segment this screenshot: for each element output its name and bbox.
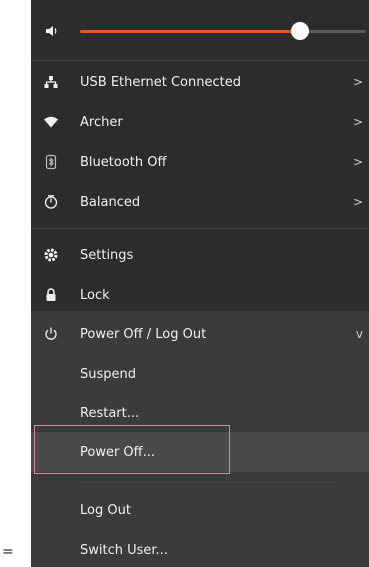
- separator: [31, 60, 369, 61]
- separator: [80, 482, 336, 483]
- chevron-right-icon: >: [352, 75, 363, 89]
- system-menu: USB Ethernet Connected > Archer > Blueto…: [31, 0, 369, 567]
- chevron-down-icon: v: [355, 327, 363, 341]
- chevron-right-icon: >: [352, 155, 363, 169]
- equals-sign: =: [2, 544, 14, 560]
- chevron-right-icon: >: [352, 195, 363, 209]
- menu-item-label: Settings: [80, 247, 134, 263]
- submenu-item-switch-user[interactable]: Switch User...: [31, 530, 369, 567]
- separator: [31, 228, 369, 229]
- menu-item-wifi[interactable]: Archer >: [31, 102, 369, 142]
- wifi-icon: [43, 114, 59, 130]
- submenu-item-log-out[interactable]: Log Out: [31, 490, 369, 530]
- menu-item-settings[interactable]: Settings: [31, 235, 369, 275]
- menu-item-label: Bluetooth Off: [80, 154, 167, 170]
- submenu-item-label: Suspend: [80, 366, 137, 382]
- menu-item-label: Balanced: [80, 194, 141, 210]
- menu-item-label: Lock: [80, 287, 110, 303]
- menu-item-ethernet[interactable]: USB Ethernet Connected >: [31, 62, 369, 102]
- submenu-item-suspend[interactable]: Suspend: [31, 354, 369, 394]
- gear-icon: [43, 247, 59, 263]
- menu-item-label: USB Ethernet Connected: [80, 74, 241, 90]
- submenu-item-label: Restart...: [80, 405, 140, 421]
- menu-item-label: Archer: [80, 114, 123, 130]
- volume-row: [31, 0, 369, 62]
- menu-item-lock[interactable]: Lock: [31, 275, 369, 315]
- menu-item-label: Power Off / Log Out: [80, 326, 207, 342]
- speaker-icon[interactable]: [44, 23, 60, 39]
- power-profile-icon: [43, 194, 59, 210]
- menu-item-power-off-log-out[interactable]: Power Off / Log Out v: [31, 314, 369, 354]
- submenu-item-label: Switch User...: [80, 542, 168, 558]
- volume-slider[interactable]: [80, 22, 366, 40]
- bluetooth-icon: [43, 154, 59, 170]
- menu-item-power-profile[interactable]: Balanced >: [31, 182, 369, 222]
- volume-slider-fill: [80, 30, 301, 33]
- power-icon: [43, 326, 59, 342]
- submenu-item-label: Log Out: [80, 502, 131, 518]
- focus-highlight-box: [34, 425, 230, 474]
- volume-slider-handle[interactable]: [291, 22, 310, 40]
- chevron-right-icon: >: [352, 115, 363, 129]
- network-wired-icon: [43, 74, 59, 90]
- lock-icon: [43, 287, 59, 303]
- menu-item-bluetooth[interactable]: Bluetooth Off >: [31, 142, 369, 182]
